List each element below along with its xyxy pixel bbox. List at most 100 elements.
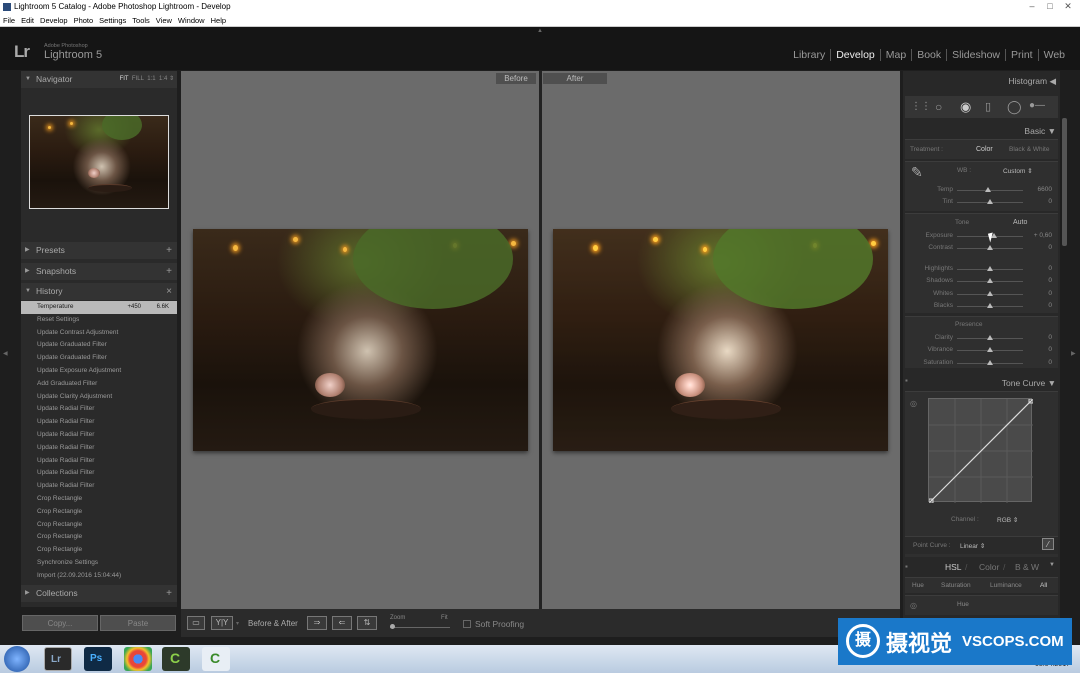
auto-tone-button[interactable]: Auto xyxy=(1013,219,1027,226)
history-item[interactable]: Reset Settings xyxy=(21,314,177,327)
history-item[interactable]: Crop Rectangle xyxy=(21,506,177,519)
module-develop[interactable]: Develop xyxy=(831,49,881,61)
slider-knob[interactable] xyxy=(987,302,993,308)
tone-curve-header[interactable]: Tone Curve ▼ xyxy=(1002,378,1056,388)
menu-settings[interactable]: Settings xyxy=(96,14,129,27)
slider-row[interactable]: Whites 0 xyxy=(905,288,1062,300)
hsl-all-tab[interactable]: All xyxy=(1040,582,1047,589)
maximize-button[interactable]: □ xyxy=(1042,0,1058,13)
presets-header[interactable]: ▶ Presets + xyxy=(21,242,177,259)
soft-proofing-checkbox[interactable] xyxy=(463,620,471,628)
zoom-1-1[interactable]: 1:1 xyxy=(147,76,155,82)
swap-before-after-icon[interactable]: ⇅ xyxy=(357,616,377,630)
history-item[interactable]: Update Radial Filter xyxy=(21,455,177,468)
history-item[interactable]: Update Radial Filter xyxy=(21,416,177,429)
slider-value[interactable]: 0 xyxy=(1048,288,1052,300)
menu-help[interactable]: Help xyxy=(208,14,229,27)
slider-knob[interactable] xyxy=(987,199,993,204)
menu-view[interactable]: View xyxy=(153,14,175,27)
slider-knob[interactable] xyxy=(987,245,993,250)
color-tab[interactable]: Color xyxy=(979,562,999,572)
edit-point-curve-icon[interactable]: ⁄ xyxy=(1042,538,1054,550)
menu-photo[interactable]: Photo xyxy=(71,14,97,27)
history-item[interactable]: Crop Rectangle xyxy=(21,531,177,544)
slider-value[interactable]: 0 xyxy=(1048,300,1052,312)
slider-knob[interactable] xyxy=(985,187,992,192)
slider-value[interactable]: + 0,60 xyxy=(1034,230,1052,242)
slider-value[interactable]: 0 xyxy=(1048,196,1052,208)
curve-toggle-icon[interactable]: ▪ xyxy=(905,376,908,385)
copy-after-to-before-icon[interactable]: ⇐ xyxy=(332,616,352,630)
chrome-taskbar-icon[interactable] xyxy=(124,647,152,671)
radial-filter-icon[interactable]: ◯ xyxy=(1007,99,1022,115)
history-item[interactable]: Crop Rectangle xyxy=(21,544,177,557)
camtasia-taskbar-icon[interactable]: C xyxy=(162,647,190,671)
slider-value[interactable]: 0 xyxy=(1048,357,1052,369)
slider-value[interactable]: 0 xyxy=(1048,242,1052,254)
hsl-collapse-icon[interactable]: ▼ xyxy=(1049,562,1055,568)
hsl-hue-tab[interactable]: Hue xyxy=(912,582,924,589)
slider-row[interactable]: Temp 6600 xyxy=(905,184,1062,196)
minimize-button[interactable]: – xyxy=(1024,0,1040,13)
red-eye-icon[interactable]: ◉ xyxy=(960,99,971,115)
slider-knob[interactable] xyxy=(987,335,993,340)
module-library[interactable]: Library xyxy=(788,49,832,61)
history-item[interactable]: Update Graduated Filter xyxy=(21,352,177,365)
camtasia-recorder-taskbar-icon[interactable]: C xyxy=(202,647,230,671)
tone-curve-graph[interactable] xyxy=(928,398,1034,504)
before-after-view-button[interactable]: Y|Y xyxy=(211,616,233,630)
copy-settings-button[interactable]: Copy... xyxy=(22,615,98,631)
history-item[interactable]: Update Radial Filter xyxy=(21,467,177,480)
zoom-1-4[interactable]: 1:4 xyxy=(159,76,167,82)
module-map[interactable]: Map xyxy=(880,49,913,61)
slider-knob[interactable] xyxy=(987,266,993,271)
collections-header[interactable]: ▶ Collections + xyxy=(21,585,177,602)
history-item[interactable]: Temperature +450 6.6K xyxy=(21,301,177,314)
history-item[interactable]: Update Radial Filter xyxy=(21,403,177,416)
wb-eyedropper-icon[interactable]: ✎ xyxy=(911,164,923,181)
menu-edit[interactable]: Edit xyxy=(18,14,37,27)
graduated-filter-icon[interactable]: ▯ xyxy=(985,100,991,113)
close-button[interactable]: ✕ xyxy=(1060,0,1076,13)
menu-tools[interactable]: Tools xyxy=(129,14,153,27)
paste-settings-button[interactable]: Paste xyxy=(100,615,176,631)
history-item[interactable]: Update Exposure Adjustment xyxy=(21,365,177,378)
right-panel-scrollbar[interactable] xyxy=(1062,118,1067,246)
module-print[interactable]: Print xyxy=(1006,49,1039,61)
slider-row[interactable]: Shadows 0 xyxy=(905,275,1062,287)
add-collection-icon[interactable]: + xyxy=(166,585,172,602)
snapshots-header[interactable]: ▶ Snapshots + xyxy=(21,263,177,280)
bw-tab[interactable]: B & W xyxy=(1015,562,1039,572)
slider-value[interactable]: 0 xyxy=(1048,263,1052,275)
history-item[interactable]: Crop Rectangle xyxy=(21,519,177,532)
hsl-toggle-icon[interactable]: ▪ xyxy=(905,562,908,571)
channel-select[interactable]: RGB ⇕ xyxy=(997,516,1018,524)
slider-value[interactable]: 0 xyxy=(1048,275,1052,287)
zoom-slider-knob[interactable] xyxy=(390,624,395,629)
history-item[interactable]: Update Graduated Filter xyxy=(21,339,177,352)
navigator-header[interactable]: ▼ Navigator FIT FILL 1:1 1:4 ⇕ xyxy=(21,71,177,88)
zoom-fit[interactable]: FIT xyxy=(120,76,129,82)
slider-value[interactable]: 0 xyxy=(1048,332,1052,344)
module-web[interactable]: Web xyxy=(1039,49,1070,61)
history-item[interactable]: Add Graduated Filter xyxy=(21,378,177,391)
history-item[interactable]: Update Radial Filter xyxy=(21,480,177,493)
loupe-view-icon[interactable]: ▭ xyxy=(187,616,205,630)
spot-removal-icon[interactable]: ○ xyxy=(935,100,942,114)
history-item[interactable]: Update Radial Filter xyxy=(21,442,177,455)
photoshop-taskbar-icon[interactable]: Ps xyxy=(84,647,112,671)
slider-row[interactable]: Saturation 0 xyxy=(905,357,1062,369)
clear-history-icon[interactable]: × xyxy=(166,283,172,300)
treatment-black-white[interactable]: Black & White xyxy=(1009,146,1049,153)
slider-knob[interactable] xyxy=(987,347,993,353)
history-item[interactable]: Update Clarity Adjustment xyxy=(21,391,177,404)
basic-header[interactable]: Basic ▼ xyxy=(1024,126,1056,136)
top-panel-toggle-icon[interactable]: ▲ xyxy=(537,28,543,34)
view-dropdown-icon[interactable]: ▾ xyxy=(236,620,239,627)
hsl-saturation-tab[interactable]: Saturation xyxy=(941,582,971,589)
left-panel-toggle-icon[interactable]: ◀ xyxy=(3,350,8,357)
slider-row[interactable]: Blacks 0 xyxy=(905,300,1062,312)
zoom-fill[interactable]: FILL xyxy=(132,76,144,82)
slider-knob[interactable] xyxy=(987,278,993,284)
history-item[interactable]: Update Radial Filter xyxy=(21,429,177,442)
